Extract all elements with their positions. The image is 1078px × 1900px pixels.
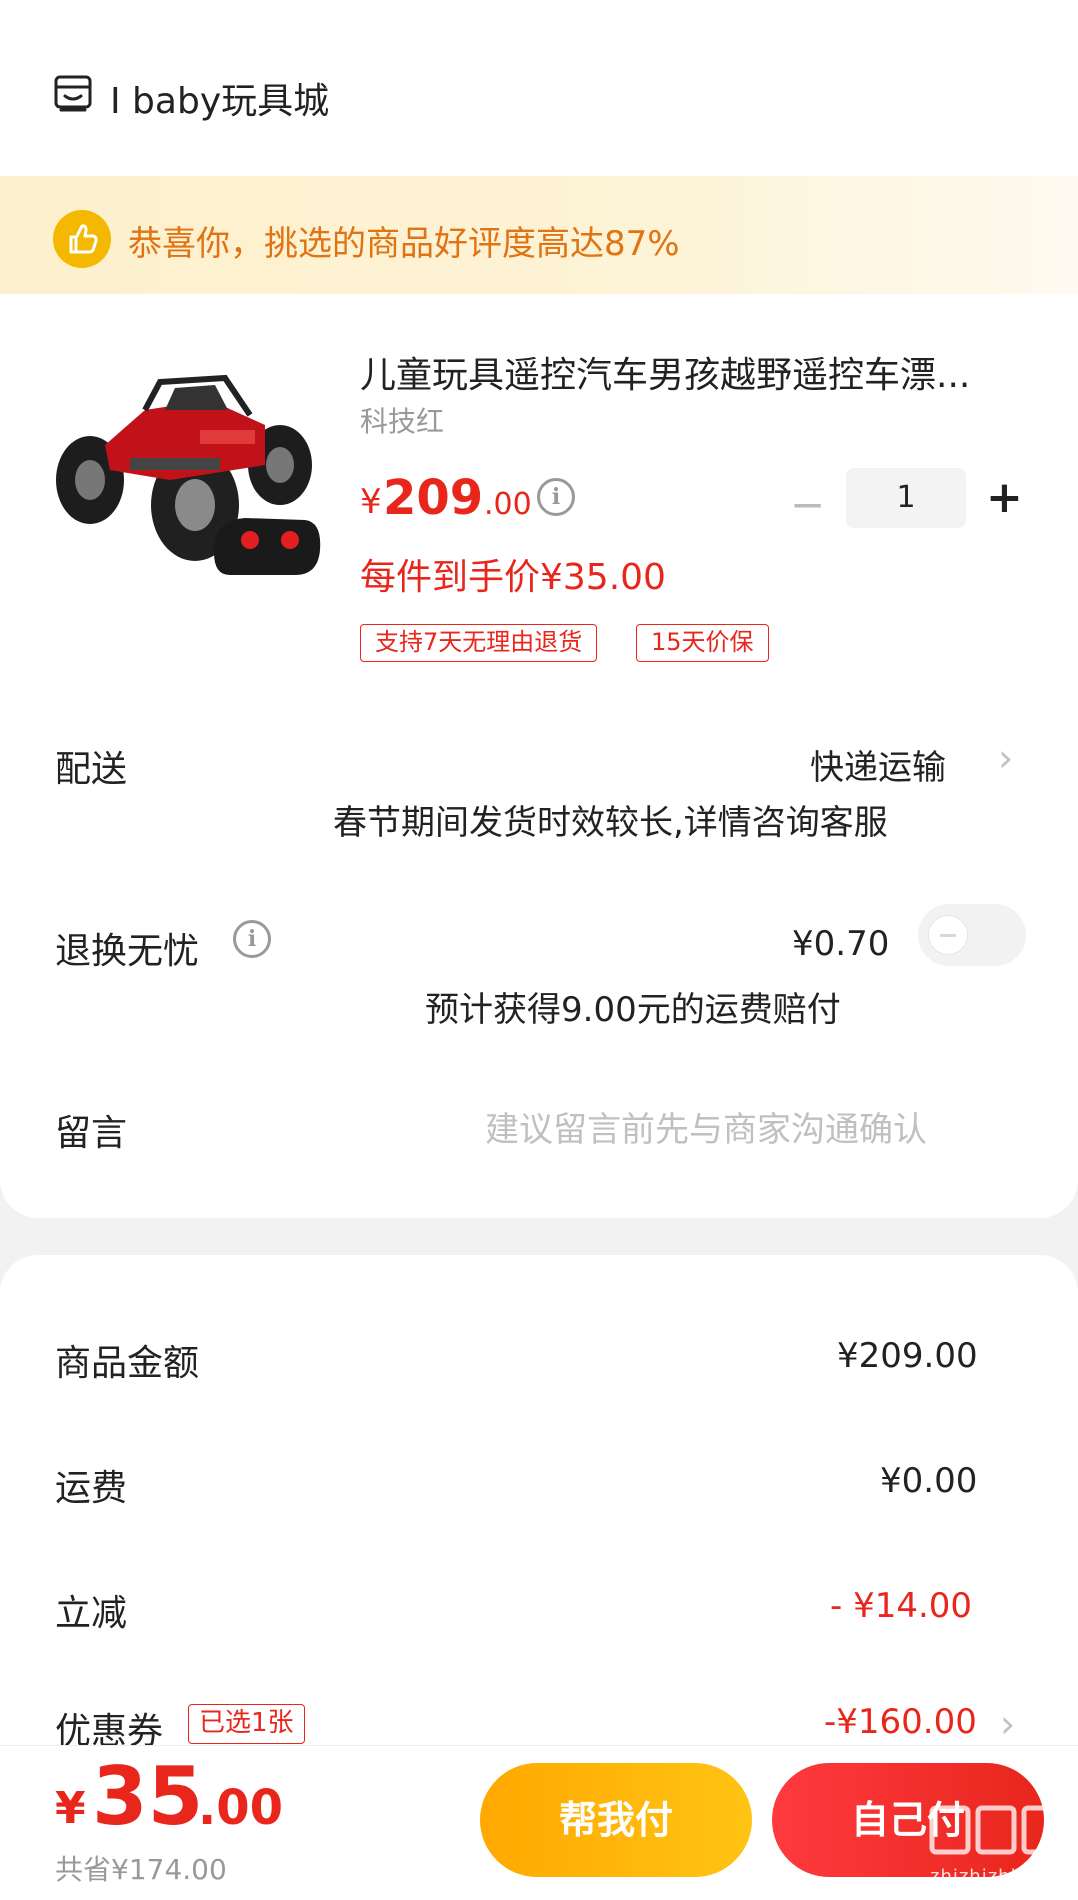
delivery-method[interactable]: 快递运输 <box>810 740 946 789</box>
product-title[interactable]: 儿童玩具遥控汽车男孩越野遥控车漂... <box>360 346 1032 398</box>
message-label: 留言 <box>55 1113 128 1154</box>
total-currency: ¥ <box>55 1783 86 1834</box>
instant-discount-label: 立减 <box>55 1593 128 1634</box>
quantity-input[interactable]: 1 <box>846 468 966 528</box>
product-variant[interactable]: 科技红 <box>360 400 444 440</box>
coupon-value[interactable]: -¥160.00 <box>824 1702 977 1742</box>
delivery-note: 春节期间发货时效较长,详情咨询客服 <box>333 803 888 843</box>
shop-name[interactable]: I baby玩具城 <box>110 72 329 124</box>
instant-discount-value: - ¥14.00 <box>830 1586 973 1626</box>
price-currency: ¥ <box>360 482 382 522</box>
return-policy-tag: 支持7天无理由退货 <box>360 624 598 662</box>
product-price: 209 <box>383 470 484 526</box>
help-me-pay-button[interactable]: 帮我付 <box>480 1763 752 1877</box>
product-price-decimal: .00 <box>484 487 532 522</box>
delivery-label: 配送 <box>55 749 128 790</box>
coupon-chevron-icon[interactable]: › <box>1000 1702 1015 1746</box>
delivery-chevron-icon[interactable]: › <box>998 736 1013 780</box>
site-watermark: zhizhizhi.com <box>926 1798 1066 1888</box>
shipping-value: ¥0.00 <box>880 1461 978 1501</box>
goods-amount-value: ¥209.00 <box>837 1336 978 1376</box>
goods-amount-label: 商品金额 <box>55 1343 200 1384</box>
price-protection-tag: 15天价保 <box>636 624 769 662</box>
total-saved: 共省¥174.00 <box>55 1853 227 1886</box>
quantity-plus-button[interactable]: + <box>986 472 1023 523</box>
quantity-minus-button[interactable]: − <box>790 480 825 529</box>
return-insurance-note: 预计获得9.00元的运费赔付 <box>425 990 841 1030</box>
return-insurance-info-icon[interactable]: i <box>233 920 271 958</box>
rating-banner-text: 恭喜你，挑选的商品好评度高达87% <box>128 224 680 264</box>
return-insurance-price: ¥0.70 <box>792 924 890 964</box>
thumbs-up-icon <box>53 210 111 268</box>
product-image[interactable] <box>50 370 330 610</box>
coupon-selected-badge[interactable]: 已选1张 <box>188 1704 305 1744</box>
toggle-knob <box>928 915 968 955</box>
final-unit-price: 每件到手价¥35.00 <box>360 557 666 598</box>
shipping-label: 运费 <box>55 1468 128 1509</box>
return-insurance-label: 退换无忧 <box>55 931 200 972</box>
total-price-decimal: .00 <box>198 1780 284 1836</box>
total-price: 35 <box>92 1750 204 1843</box>
shop-icon <box>54 75 92 112</box>
price-info-icon[interactable]: i <box>537 478 575 516</box>
return-insurance-toggle[interactable] <box>918 904 1026 966</box>
watermark-text: zhizhizhi.com <box>930 1866 1065 1887</box>
message-input[interactable]: 建议留言前先与商家沟通确认 <box>485 1102 927 1151</box>
